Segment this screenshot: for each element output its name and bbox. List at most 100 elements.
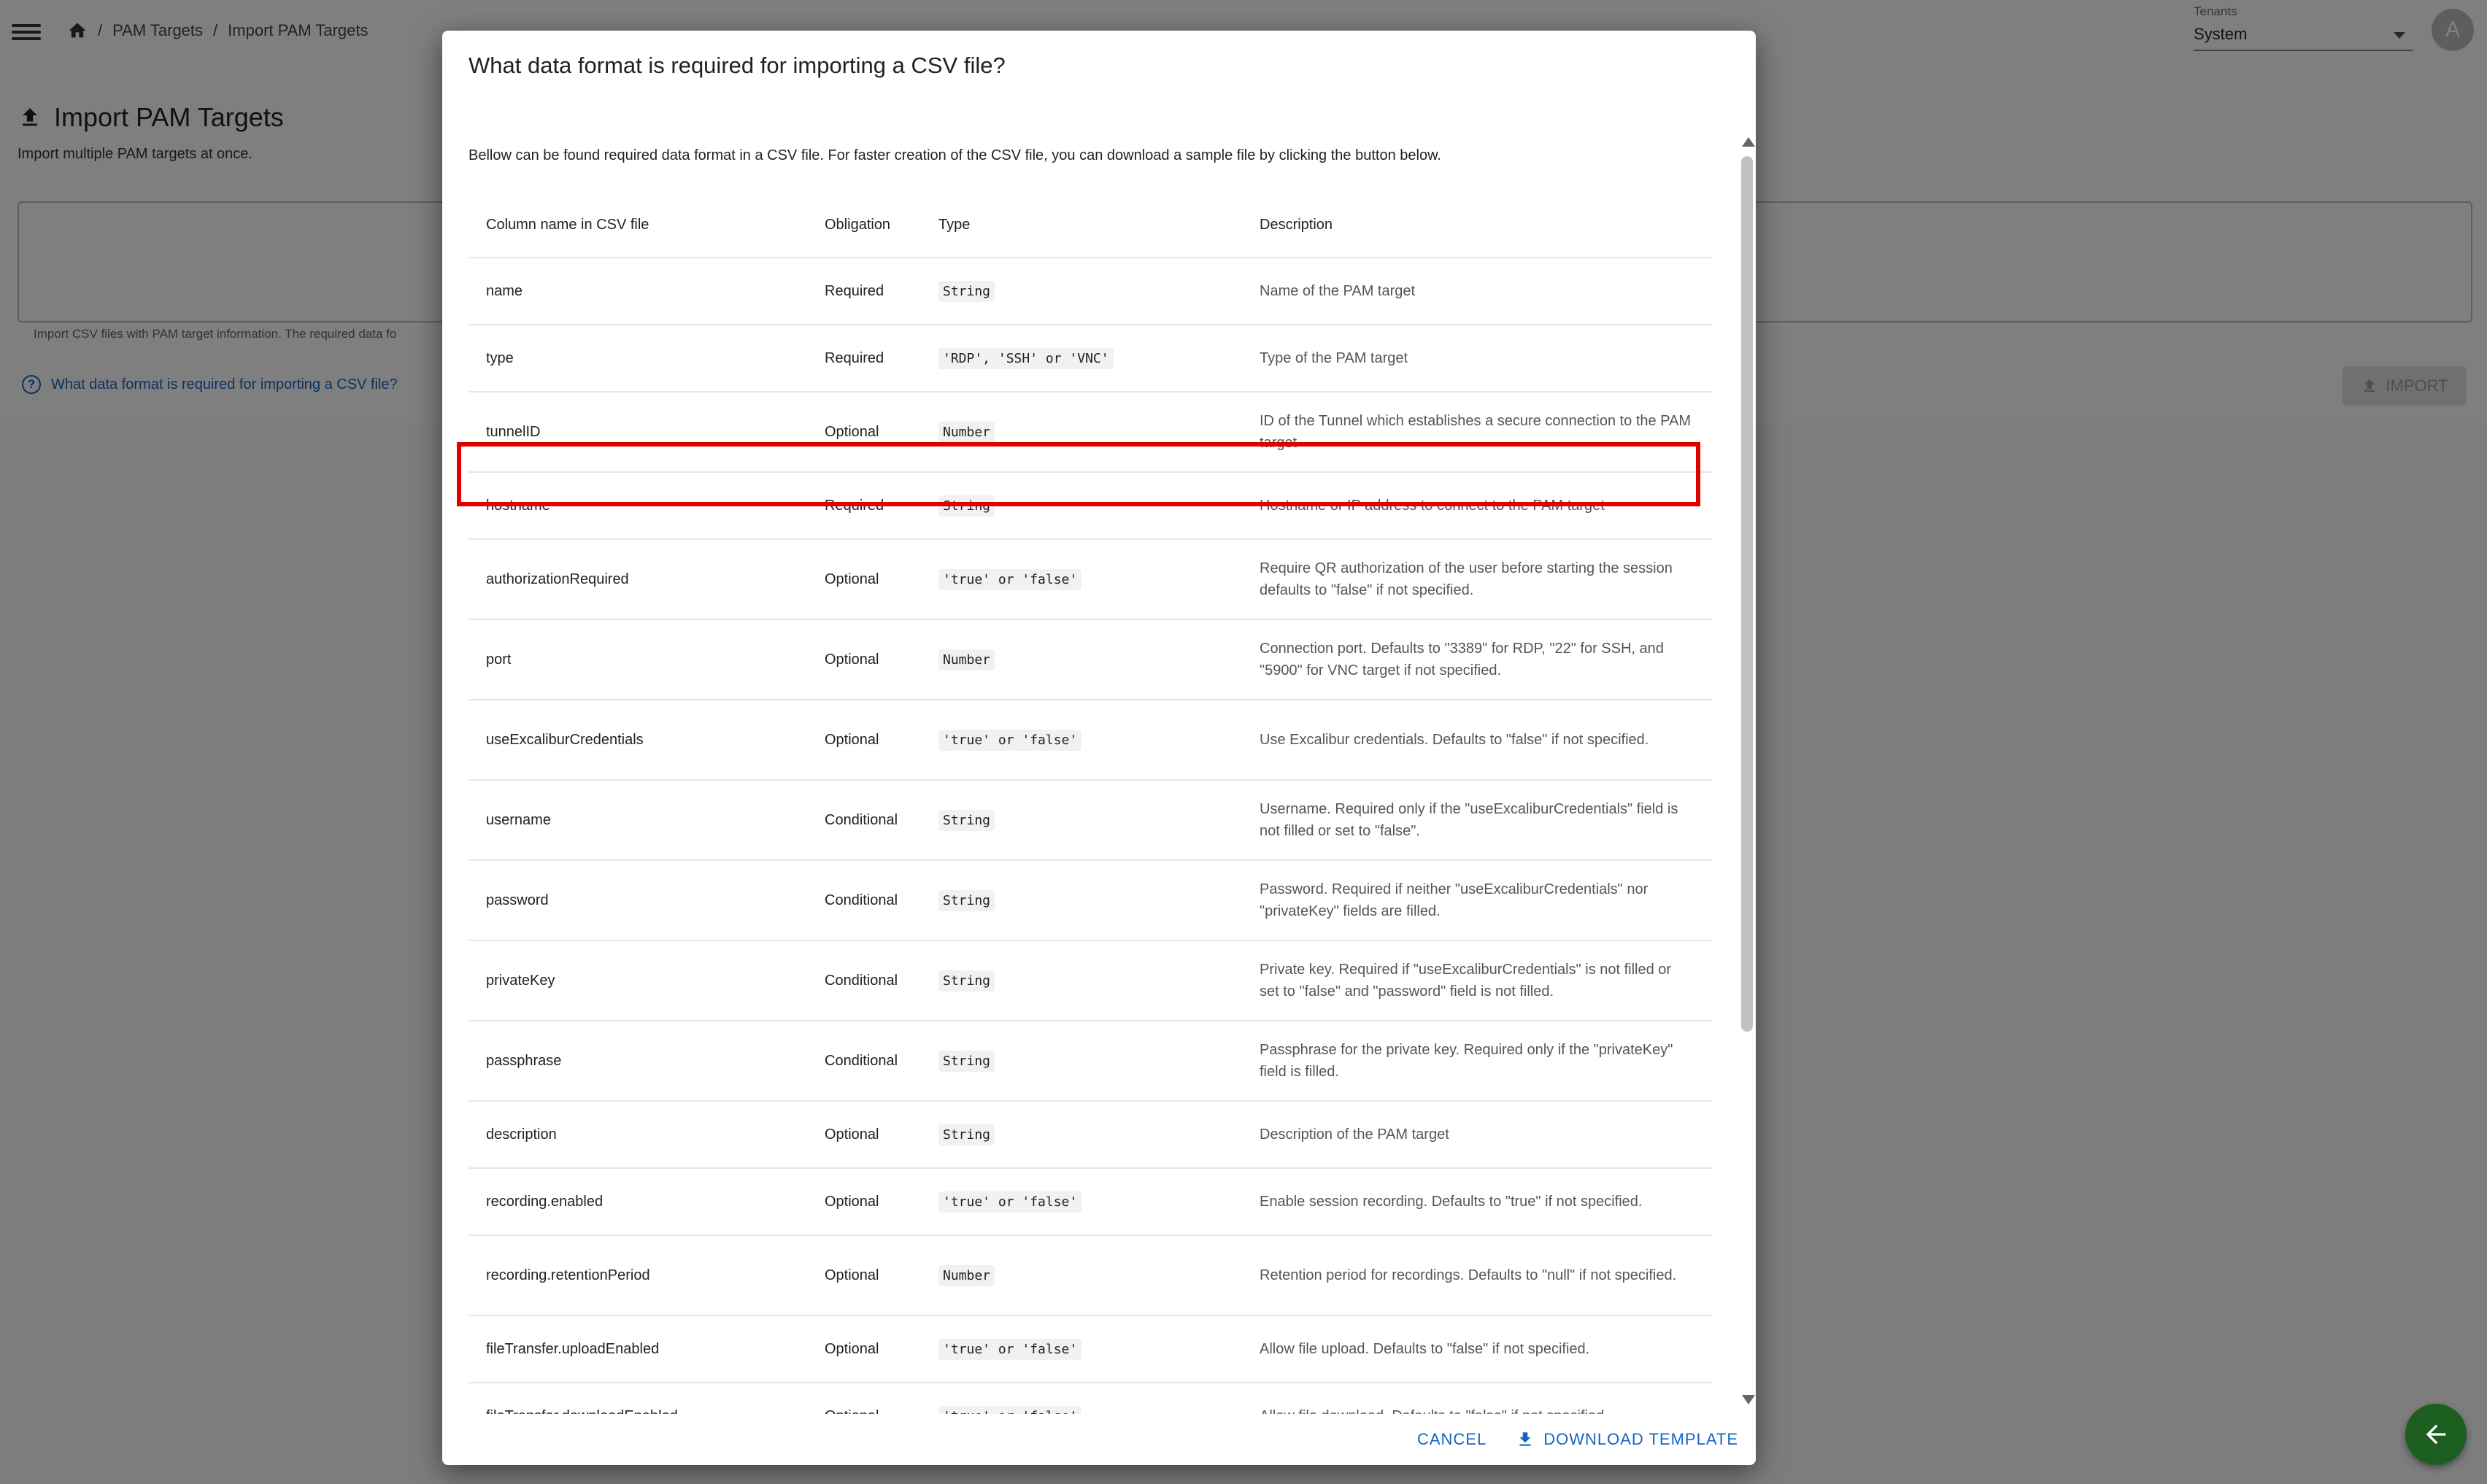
cell-obligation: Optional [807, 1235, 921, 1316]
cell-type: 'true' or 'false' [921, 1315, 1242, 1383]
cell-column-name: privateKey [469, 940, 807, 1021]
table-row-privateKey: privateKey Conditional String Private key. … [469, 940, 1712, 1021]
dialog-intro-text: Bellow can be found required data format… [469, 147, 1441, 163]
table-row-recording-retentionPeriod: recording.retentionPeriod Optional Number R… [469, 1235, 1712, 1316]
cell-obligation: Conditional [807, 940, 921, 1021]
csv-format-table: Column name in CSV file Obligation Type … [469, 193, 1712, 1414]
type-code: String [938, 1050, 995, 1072]
type-code: Number [938, 649, 995, 670]
type-code: String [938, 809, 995, 831]
cell-type: 'true' or 'false' [921, 539, 1242, 620]
cell-description: Type of the PAM target [1242, 325, 1712, 393]
cell-type: String [921, 258, 1242, 325]
cell-obligation: Optional [807, 1101, 921, 1169]
cell-type: String [921, 1101, 1242, 1169]
type-code: 'true' or 'false' [938, 1191, 1082, 1213]
table-row-authorizationRequired: authorizationRequired Optional 'true' or '… [469, 539, 1712, 620]
download-icon [1519, 1432, 1531, 1446]
dialog-actions: CANCEL DOWNLOAD TEMPLATE [442, 1414, 1756, 1465]
table-row-username: username Conditional String Username. Requi… [469, 780, 1712, 861]
cell-obligation: Optional [807, 1315, 921, 1383]
cell-column-name: description [469, 1101, 807, 1169]
cell-obligation: Conditional [807, 860, 921, 941]
cell-column-name: tunnelID [469, 392, 807, 473]
cell-column-name: username [469, 780, 807, 861]
type-code: Number [938, 421, 995, 443]
type-code: 'RDP', 'SSH' or 'VNC' [938, 347, 1114, 369]
cell-obligation: Required [807, 472, 921, 540]
arrow-left-icon [2426, 1424, 2446, 1445]
cell-column-name: fileTransfer.downloadEnabled [469, 1383, 807, 1414]
table-row-port: port Optional Number Connection port. Defau… [469, 619, 1712, 700]
cell-obligation: Required [807, 258, 921, 325]
dialog-scrollbar[interactable] [1738, 111, 1756, 1414]
table-row-description: description Optional String Description of … [469, 1101, 1712, 1169]
cell-description: Enable session recording. Defaults to "t… [1242, 1168, 1712, 1236]
table-row-passphrase: passphrase Conditional String Passphrase fo… [469, 1021, 1712, 1102]
dialog-content[interactable]: Bellow can be found required data format… [442, 111, 1734, 1414]
cell-description: Description of the PAM target [1242, 1101, 1712, 1169]
cell-description: Require QR authorization of the user bef… [1242, 539, 1712, 620]
type-code: String [938, 1124, 995, 1145]
cell-column-name: name [469, 258, 807, 325]
table-row-useExcaliburCredentials: useExcaliburCredentials Optional 'true' or… [469, 700, 1712, 781]
cell-description: Name of the PAM target [1242, 258, 1712, 325]
back-fab[interactable] [2405, 1404, 2467, 1465]
cell-type: 'true' or 'false' [921, 1168, 1242, 1236]
csv-format-dialog: What data format is required for importi… [442, 31, 1756, 1465]
cell-column-name: password [469, 860, 807, 941]
cell-type: 'true' or 'false' [921, 1383, 1242, 1414]
cell-column-name: useExcaliburCredentials [469, 700, 807, 781]
cell-obligation: Optional [807, 1383, 921, 1414]
cell-type: Number [921, 1235, 1242, 1316]
cell-column-name: recording.enabled [469, 1168, 807, 1236]
table-header-row: Column name in CSV file Obligation Type … [469, 193, 1712, 258]
type-code: 'true' or 'false' [938, 729, 1082, 751]
cell-description: Hostname or IP address to connect to the… [1242, 472, 1712, 540]
table-row-fileTransfer-downloadEnabled: fileTransfer.downloadEnabledOptional 'tru… [469, 1383, 1712, 1414]
cell-obligation: Required [807, 325, 921, 393]
cell-type: Number [921, 392, 1242, 473]
cell-type: String [921, 940, 1242, 1021]
cell-type: String [921, 780, 1242, 861]
cell-obligation: Conditional [807, 780, 921, 861]
cell-column-name: hostname [469, 472, 807, 540]
cell-description: ID of the Tunnel which establishes a sec… [1242, 392, 1712, 473]
cell-description: Private key. Required if "useExcaliburCr… [1242, 940, 1712, 1021]
table-row-fileTransfer-uploadEnabled: fileTransfer.uploadEnabled Optional 'true'… [469, 1315, 1712, 1383]
cell-obligation: Optional [807, 539, 921, 620]
cell-obligation: Conditional [807, 1021, 921, 1102]
cell-obligation: Optional [807, 619, 921, 700]
type-code: Number [938, 1264, 995, 1286]
cell-obligation: Optional [807, 700, 921, 781]
table-row-password: password Conditional String Password. Requi… [469, 860, 1712, 941]
cancel-button[interactable]: CANCEL [1417, 1430, 1487, 1449]
cell-column-name: port [469, 619, 807, 700]
cell-obligation: Optional [807, 392, 921, 473]
dialog-title: What data format is required for importi… [469, 53, 1006, 78]
cell-description: Passphrase for the private key. Required… [1242, 1021, 1712, 1102]
cell-description: Retention period for recordings. Default… [1242, 1235, 1712, 1316]
cell-type: 'RDP', 'SSH' or 'VNC' [921, 325, 1242, 393]
cell-column-name: recording.retentionPeriod [469, 1235, 807, 1316]
scroll-up-arrow-icon[interactable] [1742, 137, 1755, 147]
type-code: 'true' or 'false' [938, 1405, 1082, 1414]
scrollbar-thumb[interactable] [1741, 156, 1753, 1032]
download-template-button[interactable]: DOWNLOAD TEMPLATE [1516, 1430, 1738, 1449]
cell-type: String [921, 860, 1242, 941]
type-code: String [938, 970, 995, 992]
type-code: String [938, 889, 995, 911]
table-row-tunnelID: tunnelID Optional Number ID of the Tunnel w… [469, 392, 1712, 473]
column-header-description: Description [1242, 193, 1712, 258]
table-row-recording-enabled: recording.enabled Optional 'true' or 'fals… [469, 1168, 1712, 1236]
cell-column-name: fileTransfer.uploadEnabled [469, 1315, 807, 1383]
scroll-down-arrow-icon[interactable] [1742, 1395, 1755, 1404]
type-code: String [938, 280, 995, 302]
type-code: 'true' or 'false' [938, 1338, 1082, 1360]
cell-description: Allow file upload. Defaults to "false" i… [1242, 1315, 1712, 1383]
cell-description: Connection port. Defaults to "3389" for … [1242, 619, 1712, 700]
cell-type: Number [921, 619, 1242, 700]
column-header-obligation: Obligation [807, 193, 921, 258]
table-row-name: name Required String Name of the PAM target [469, 258, 1712, 325]
table-row-type: type Required 'RDP', 'SSH' or 'VNC' Type of… [469, 325, 1712, 393]
